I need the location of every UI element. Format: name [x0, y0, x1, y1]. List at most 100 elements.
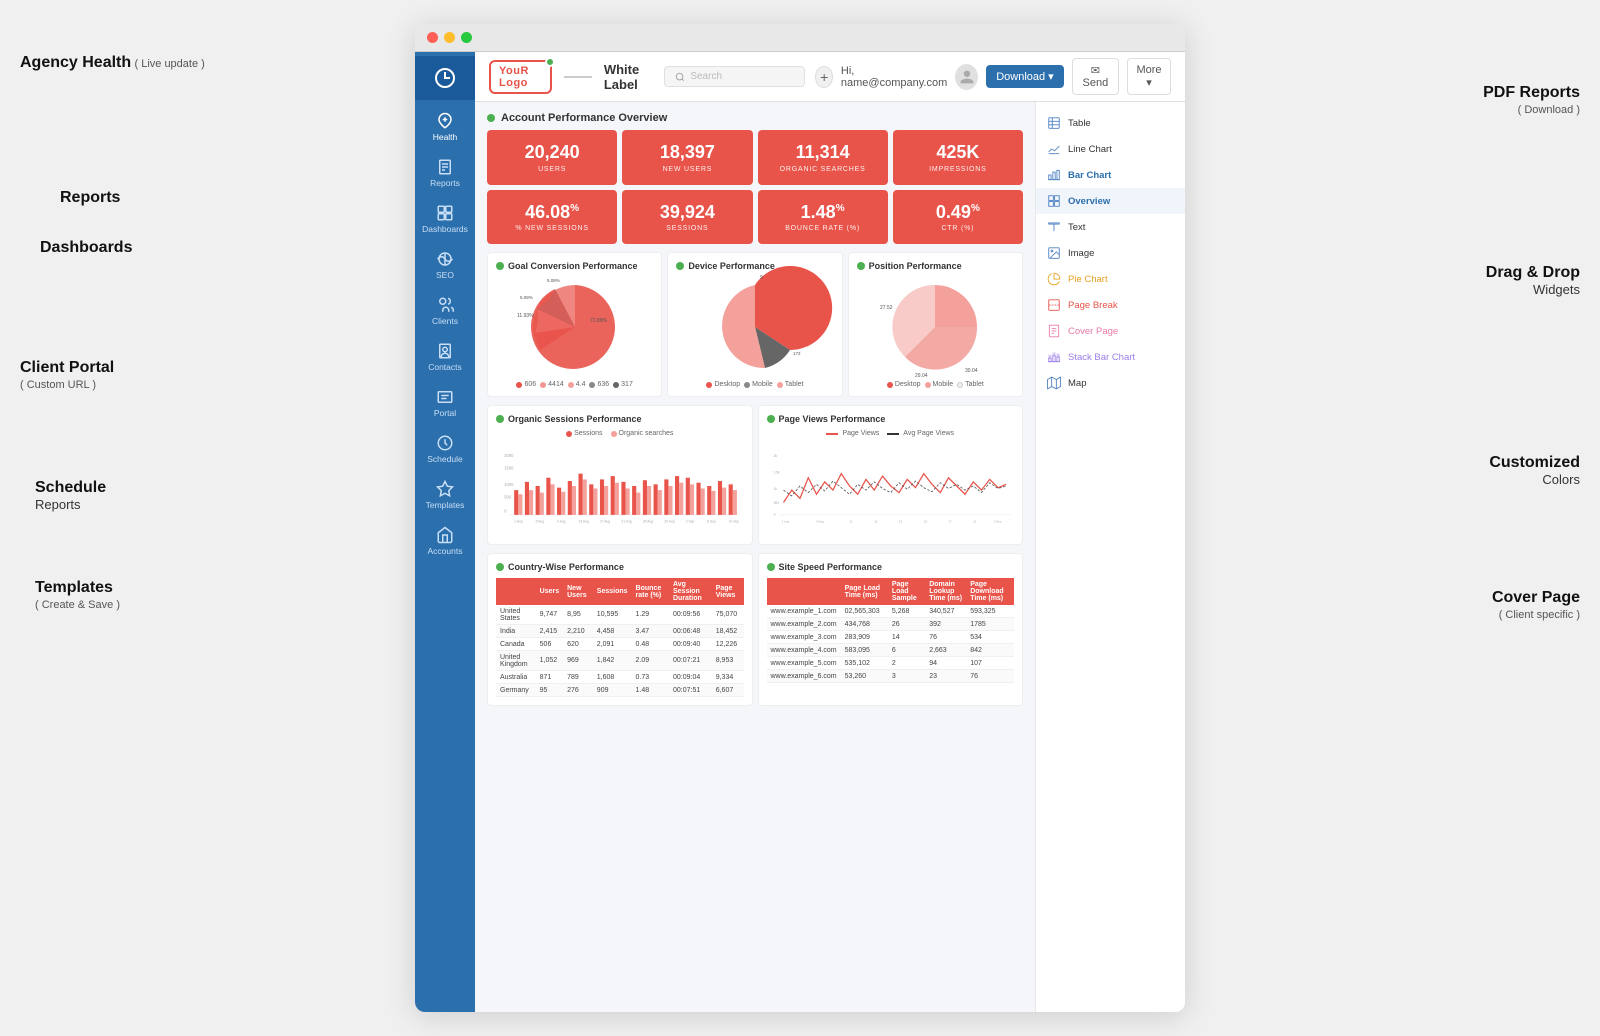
- goal-pie-chart: 72.89% 11.93% 5.08% 5.08%: [515, 277, 635, 377]
- sidebar-item-dashboards[interactable]: Dashboards: [415, 196, 475, 242]
- stack-bar-icon: [1046, 349, 1062, 365]
- device-pie-chart: 9 172: [695, 277, 815, 377]
- bar-chart-icon: [1046, 167, 1062, 183]
- stat-card-organic: 11,314 ORGANIC SEARCHES: [758, 130, 888, 185]
- goal-chart-title: Goal Conversion Performance: [496, 261, 653, 271]
- sidebar-item-reports[interactable]: Reports: [415, 150, 475, 196]
- widget-sidebar: Table Line Chart: [1035, 102, 1185, 1012]
- annotation-portal: Client Portal ( Custom URL ): [20, 359, 114, 391]
- widget-page-break[interactable]: Page Break: [1036, 292, 1185, 318]
- widget-table[interactable]: Table: [1036, 110, 1185, 136]
- organic-chart-card: Organic Sessions Performance Sessions Or…: [487, 405, 753, 545]
- white-label: White Label: [604, 62, 655, 92]
- sidebar-item-portal[interactable]: Portal: [415, 380, 475, 426]
- svg-text:0: 0: [773, 513, 775, 517]
- widget-stack-bar[interactable]: Stack Bar Chart: [1036, 344, 1185, 370]
- send-button[interactable]: ✉ Send: [1072, 58, 1119, 95]
- annotation-colors: Customized Colors: [1489, 454, 1580, 487]
- sitespeed-table-title: Site Speed Performance: [767, 562, 1015, 572]
- more-button[interactable]: More ▾: [1127, 58, 1171, 95]
- organic-chart-title: Organic Sessions Performance: [496, 414, 744, 424]
- stat-card-new-users: 18,397 NEW USERS: [622, 130, 752, 185]
- sidebar-item-templates[interactable]: Templates: [415, 472, 475, 518]
- annotation-cover: Cover Page ( Client specific ): [1492, 589, 1580, 621]
- connector-line: [564, 76, 592, 78]
- widget-map[interactable]: Map: [1036, 370, 1185, 396]
- goal-chart-card: Goal Conversion Performance: [487, 252, 662, 397]
- svg-text:2k: 2k: [773, 454, 777, 458]
- table-row: Canada5066202,0910.4800:09:4012,226: [496, 638, 744, 651]
- minimize-button[interactable]: [444, 32, 455, 43]
- cover-page-icon: [1046, 323, 1062, 339]
- sitespeed-status-dot: [767, 563, 775, 571]
- svg-text:31: 31: [973, 519, 977, 523]
- sidebar-item-contacts[interactable]: Contacts: [415, 334, 475, 380]
- maximize-button[interactable]: [461, 32, 472, 43]
- table-row: www.example_5.com535,102294107: [767, 657, 1015, 670]
- widget-cover-page[interactable]: Cover Page: [1036, 318, 1185, 344]
- user-icon: [959, 69, 975, 85]
- sidebar-item-accounts[interactable]: Accounts: [415, 518, 475, 564]
- browser-body: Health Reports: [415, 52, 1185, 1012]
- device-chart-title: Device Performance: [676, 261, 833, 271]
- sitespeed-table-card: Site Speed Performance Page Load Time (m…: [758, 553, 1024, 706]
- stat-card-users: 20,240 USERS: [487, 130, 617, 185]
- sidebar-item-seo[interactable]: SEO: [415, 242, 475, 288]
- svg-text:10 Sep: 10 Sep: [729, 519, 740, 523]
- pageviews-chart-card: Page Views Performance Page Views: [758, 405, 1024, 545]
- table-row: www.example_2.com434,768263921785: [767, 618, 1015, 631]
- search-icon: [675, 72, 685, 82]
- position-chart-card: Position Performance: [848, 252, 1023, 397]
- svg-text:9 Aug: 9 Aug: [557, 519, 566, 523]
- widget-line-chart[interactable]: Line Chart: [1036, 136, 1185, 162]
- organic-bar-chart: 2000 1500 1000 500 0: [496, 441, 744, 531]
- table-row: Germany952769091.4800:07:516,607: [496, 684, 744, 697]
- position-pie-container: 27.52 30.04 29.04 Desktop Mobile: [857, 277, 1014, 388]
- table-row: www.example_4.com583,09562,663842: [767, 644, 1015, 657]
- avgdur-col-header: Avg Session Duration: [669, 578, 712, 605]
- widget-overview[interactable]: Overview: [1036, 188, 1185, 214]
- svg-text:6 Sep: 6 Sep: [707, 519, 716, 523]
- country-table-body: United States9,7478,9510,5951.2900:09:56…: [496, 605, 744, 697]
- sidebar-item-clients[interactable]: Clients: [415, 288, 475, 334]
- svg-text:17 Aug: 17 Aug: [600, 519, 610, 523]
- text-icon: [1046, 219, 1062, 235]
- svg-text:1 Aug: 1 Aug: [781, 519, 789, 523]
- table-row: www.example_3.com283,9091476534: [767, 631, 1015, 644]
- domain-col-header: Domain Lookup Time (ms): [925, 578, 966, 605]
- newusers-col-header: New Users: [563, 578, 593, 605]
- close-button[interactable]: [427, 32, 438, 43]
- widget-text[interactable]: Text: [1036, 214, 1185, 240]
- sidebar-item-health[interactable]: Health: [415, 104, 475, 150]
- annotation-agency: Agency Health ( Live update ): [20, 54, 205, 72]
- download-button[interactable]: Download ▾: [986, 65, 1063, 88]
- svg-text:500: 500: [773, 501, 779, 505]
- section-header: Account Performance Overview: [487, 112, 1023, 124]
- country-table-card: Country-Wise Performance Users New Users: [487, 553, 753, 706]
- svg-text:19: 19: [899, 519, 903, 523]
- annotation-dashboards: Dashboards: [40, 239, 132, 257]
- sidebar-item-schedule[interactable]: Schedule: [415, 426, 475, 472]
- search-bar[interactable]: Search: [664, 66, 805, 87]
- bottom-charts-row: Organic Sessions Performance Sessions Or…: [487, 405, 1023, 545]
- svg-text:5.08%: 5.08%: [520, 295, 533, 300]
- widget-pie-chart[interactable]: Pie Chart: [1036, 266, 1185, 292]
- add-button[interactable]: +: [815, 66, 832, 88]
- svg-text:27: 27: [948, 519, 952, 523]
- svg-text:11.93%: 11.93%: [517, 313, 534, 319]
- pageload-col-header: Page Load Time (ms): [841, 578, 888, 605]
- users-col-header: Users: [536, 578, 563, 605]
- svg-text:21 Aug: 21 Aug: [621, 519, 631, 523]
- avatar: [955, 64, 978, 90]
- widget-bar-chart[interactable]: Bar Chart: [1036, 162, 1185, 188]
- position-chart-title: Position Performance: [857, 261, 1014, 271]
- country-table: Users New Users Sessions Bounce rate (%)…: [496, 578, 744, 697]
- widget-image[interactable]: Image: [1036, 240, 1185, 266]
- sitespeed-table: Page Load Time (ms) Page Load Sample Dom…: [767, 578, 1015, 683]
- device-legend: Desktop Mobile Tablet: [706, 381, 803, 388]
- dashboard-main: Account Performance Overview 20,240 USER…: [475, 102, 1035, 1012]
- device-pie-container: 9 172 Desktop Mobile Tablet: [676, 277, 833, 388]
- organic-status-dot: [496, 415, 504, 423]
- goal-pie-container: 72.89% 11.93% 5.08% 5.08% 606: [496, 277, 653, 388]
- svg-text:1500: 1500: [504, 466, 514, 471]
